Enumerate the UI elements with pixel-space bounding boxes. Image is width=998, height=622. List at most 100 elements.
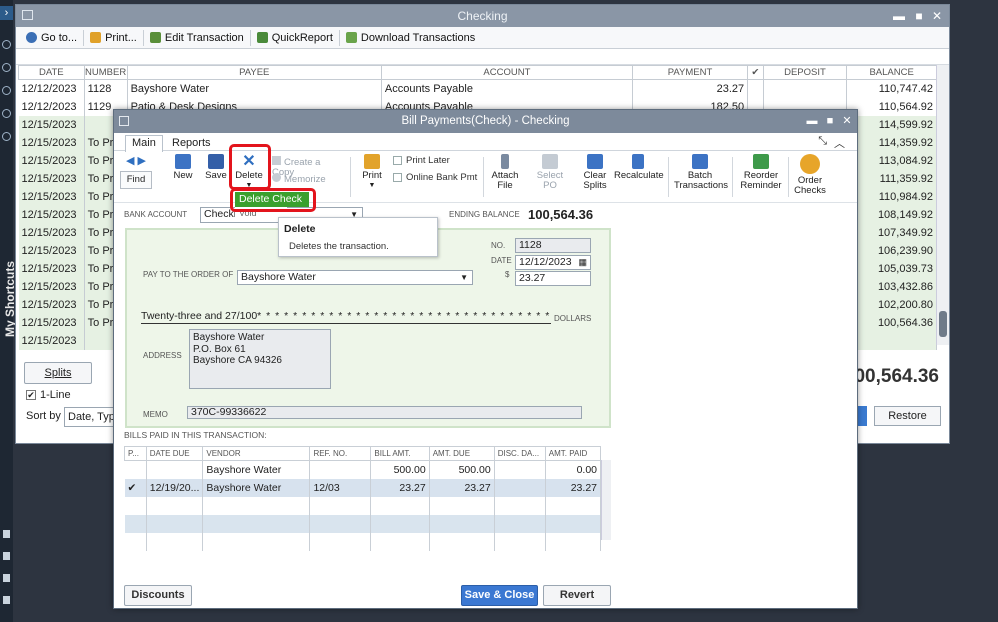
check-date-field[interactable]: 12/12/2023 ▦: [515, 255, 591, 270]
splits-button[interactable]: Splits: [24, 362, 92, 384]
minimize-icon[interactable]: ▬: [805, 110, 819, 133]
goto-button[interactable]: Go to...: [20, 29, 85, 46]
tooltip-title: Delete: [284, 223, 316, 235]
shortcut-icon[interactable]: [2, 109, 11, 118]
discounts-button[interactable]: Discounts: [124, 585, 192, 606]
revert-button[interactable]: Revert: [543, 585, 611, 606]
maximize-icon[interactable]: ■: [823, 110, 837, 133]
table-row[interactable]: Bayshore Water 500.00 500.00 0.00: [124, 460, 602, 479]
online-bank-pmt-checkbox[interactable]: [393, 173, 402, 182]
table-row[interactable]: [124, 514, 602, 533]
online-bank-pmt-option[interactable]: Online Bank Pmt: [393, 172, 477, 183]
shortcut-icon[interactable]: [2, 86, 11, 95]
tab-reports[interactable]: Reports: [166, 136, 217, 150]
register-toolbar: Go to... Print... Edit Transaction Quick…: [16, 27, 949, 49]
edit-transaction-button[interactable]: Edit Transaction: [144, 29, 251, 46]
tab-main[interactable]: Main: [125, 135, 163, 152]
new-button[interactable]: New: [171, 154, 195, 181]
attach-file-button[interactable]: Attach File: [490, 154, 520, 191]
restore-button[interactable]: Restore: [874, 406, 941, 426]
memorize-icon: [272, 173, 281, 182]
download-transactions-button[interactable]: Download Transactions: [340, 30, 481, 46]
window-menu-icon[interactable]: [22, 10, 33, 20]
scroll-thumb[interactable]: [939, 311, 947, 337]
close-icon[interactable]: ✕: [929, 5, 945, 27]
batch-transactions-button[interactable]: Batch Transactions: [674, 154, 728, 191]
column-header[interactable]: ✔: [747, 65, 764, 80]
check-number-field[interactable]: 1128: [515, 238, 591, 253]
column-header[interactable]: DATE: [18, 65, 85, 80]
memorize-button[interactable]: Memorize: [272, 173, 342, 185]
column-header[interactable]: DEPOSIT: [762, 65, 848, 80]
column-header[interactable]: P...: [124, 446, 147, 461]
prev-next-buttons[interactable]: ◀ ▶: [122, 156, 150, 167]
shortcuts-sidebar: › My Shortcuts: [0, 0, 17, 622]
delete-highlight: [229, 144, 271, 190]
expand-icon[interactable]: ⤡: [818, 135, 827, 148]
order-checks-button[interactable]: Order Checks: [792, 154, 828, 196]
window-menu-icon[interactable]: [119, 116, 129, 126]
expand-arrow-icon[interactable]: ›: [0, 6, 13, 20]
pay-to-select[interactable]: Bayshore Water ▼: [237, 270, 473, 285]
select-po-button[interactable]: Select PO: [535, 154, 565, 191]
recalculate-button[interactable]: Recalculate: [614, 154, 664, 181]
save-button[interactable]: Save: [204, 154, 228, 181]
new-icon: [175, 154, 191, 169]
print-button[interactable]: Print...: [84, 29, 144, 46]
home-icon[interactable]: [2, 40, 11, 49]
written-amount-line: Twenty-three and 27/100* * * * * * * * *…: [141, 310, 551, 324]
arrow-icons[interactable]: ◀ ▶: [122, 156, 150, 167]
column-header[interactable]: PAYMENT: [631, 65, 749, 80]
sort-by-label: Sort by: [26, 410, 61, 422]
column-header[interactable]: ACCOUNT: [380, 65, 633, 80]
one-line-option[interactable]: ✔ 1-Line: [26, 389, 71, 401]
check-amount-field[interactable]: 23.27: [515, 271, 591, 286]
maximize-icon[interactable]: ■: [911, 5, 927, 27]
quickreport-button[interactable]: QuickReport: [251, 29, 340, 46]
column-header[interactable]: AMT. PAID: [544, 446, 602, 461]
collapse-ribbon-icon[interactable]: ︿: [834, 135, 845, 151]
close-icon[interactable]: ✕: [840, 110, 854, 133]
shortcut-icon[interactable]: [2, 132, 11, 141]
delete-tooltip: Delete Deletes the transaction.: [278, 217, 438, 257]
edit-icon: [149, 32, 161, 43]
minimize-icon[interactable]: ▬: [891, 5, 907, 27]
register-scrollbar[interactable]: [936, 65, 949, 345]
reorder-reminder-button[interactable]: Reorder Reminder: [740, 154, 782, 191]
bank-account-label: BANK ACCOUNT: [124, 210, 188, 219]
column-header[interactable]: BILL AMT.: [370, 446, 430, 461]
one-line-checkbox[interactable]: ✔: [26, 390, 36, 400]
column-header[interactable]: PAYEE: [126, 65, 382, 80]
shortcut-square-icon[interactable]: [3, 552, 10, 560]
table-row[interactable]: 12/12/2023 1128 Bayshore Water Accounts Pay…: [18, 79, 937, 98]
column-header[interactable]: AMT. DUE: [428, 446, 495, 461]
column-header[interactable]: BALANCE: [846, 65, 937, 80]
save-close-button[interactable]: Save & Close: [461, 585, 538, 606]
address-box[interactable]: Bayshore Water P.O. Box 61 Bayshore CA 9…: [189, 329, 331, 389]
column-header[interactable]: DATE DUE: [145, 446, 204, 461]
shortcut-square-icon[interactable]: [3, 530, 10, 538]
table-row[interactable]: [124, 496, 602, 515]
shortcut-square-icon[interactable]: [3, 596, 10, 604]
record-button[interactable]: [857, 406, 867, 426]
dropdown-arrow-icon: ▼: [368, 182, 376, 189]
shortcut-icon[interactable]: [2, 63, 11, 72]
table-row[interactable]: [124, 532, 602, 551]
bills-header: P... DATE DUE VENDOR REF. NO. BILL AMT. …: [124, 446, 602, 461]
print-button[interactable]: Print ▼: [360, 154, 384, 191]
calendar-icon[interactable]: ▦: [578, 256, 587, 269]
clear-splits-button[interactable]: Clear Splits: [580, 154, 610, 191]
print-later-option[interactable]: Print Later: [393, 155, 450, 166]
column-header[interactable]: VENDOR: [202, 446, 311, 461]
column-header[interactable]: REF. NO.: [309, 446, 372, 461]
shortcut-square-icon[interactable]: [3, 574, 10, 582]
print-later-checkbox[interactable]: [393, 156, 402, 165]
find-button[interactable]: Find: [120, 171, 152, 189]
memo-field[interactable]: 370C-99336622: [187, 406, 582, 419]
column-header[interactable]: NUMBER: [83, 65, 128, 80]
column-header[interactable]: DISC. DA...: [493, 446, 546, 461]
table-row[interactable]: ✔ 12/19/20... Bayshore Water 12/03 23.27…: [124, 478, 602, 497]
checking-title-bar: Checking ▬ ■ ✕: [16, 5, 949, 27]
address-label: ADDRESS: [143, 351, 182, 360]
bills-scrollbar[interactable]: [601, 460, 611, 540]
